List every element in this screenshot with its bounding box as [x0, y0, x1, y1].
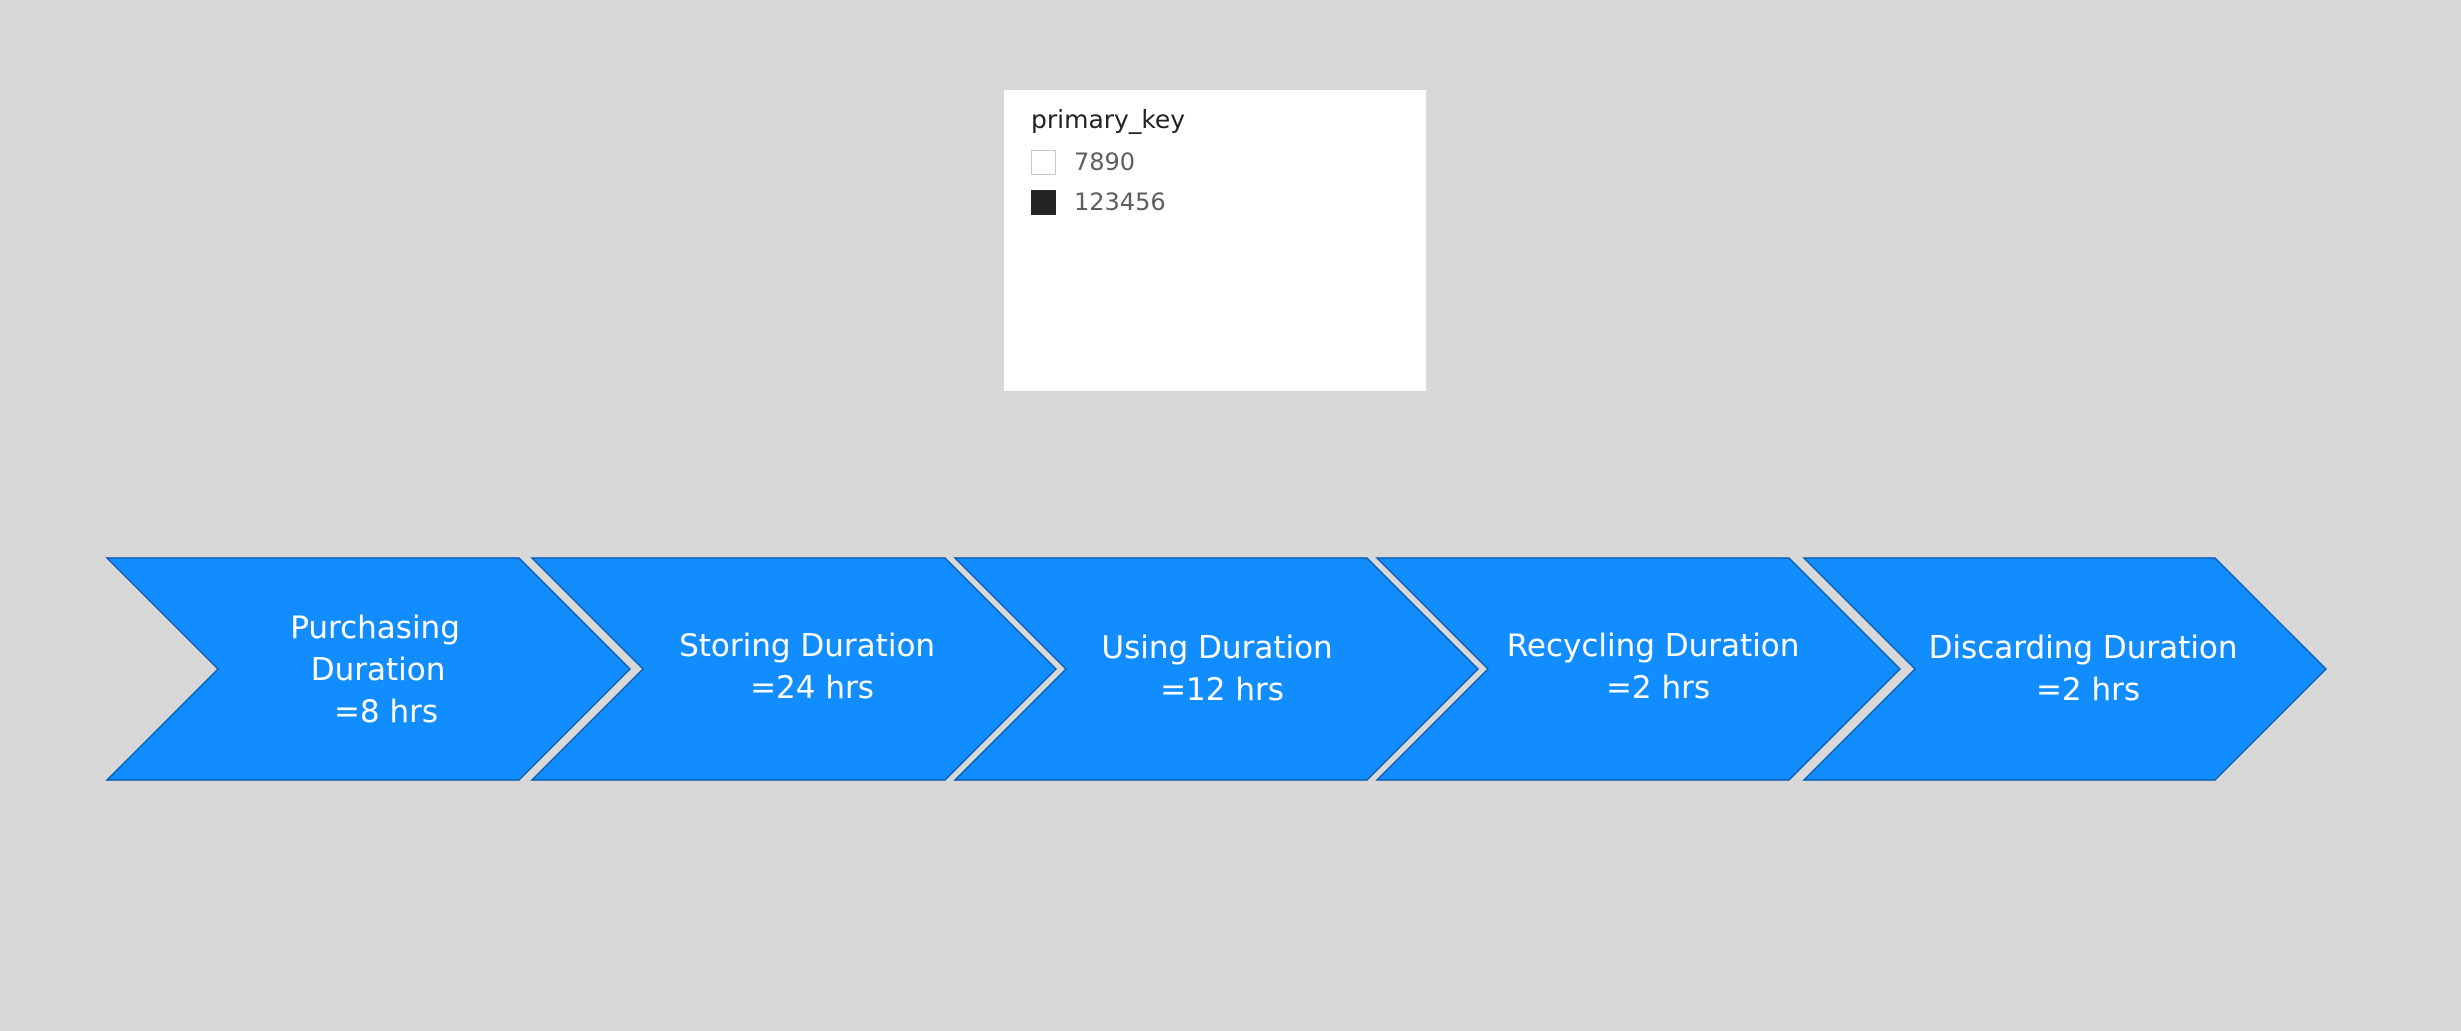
step-label-line: Discarding Duration: [1929, 630, 2238, 666]
step-label-line: Storing Duration: [679, 628, 935, 664]
step-label-line: Recycling Duration: [1507, 628, 1800, 664]
step-value-line: =2 hrs: [2036, 672, 2140, 708]
process-flow: Purchasing Duration =8 hrs Storing Durat…: [105, 557, 2328, 781]
step-value-line: =12 hrs: [1160, 672, 1284, 708]
step-label-line: Using Duration: [1101, 630, 1332, 666]
step-label-line: Purchasing: [290, 610, 460, 646]
step-label-line: Duration: [311, 652, 446, 688]
process-step-purchasing: Purchasing Duration =8 hrs: [105, 557, 632, 781]
step-value-line: =24 hrs: [750, 670, 874, 706]
step-value-line: =2 hrs: [1606, 670, 1710, 706]
step-value-line: =8 hrs: [334, 694, 438, 730]
